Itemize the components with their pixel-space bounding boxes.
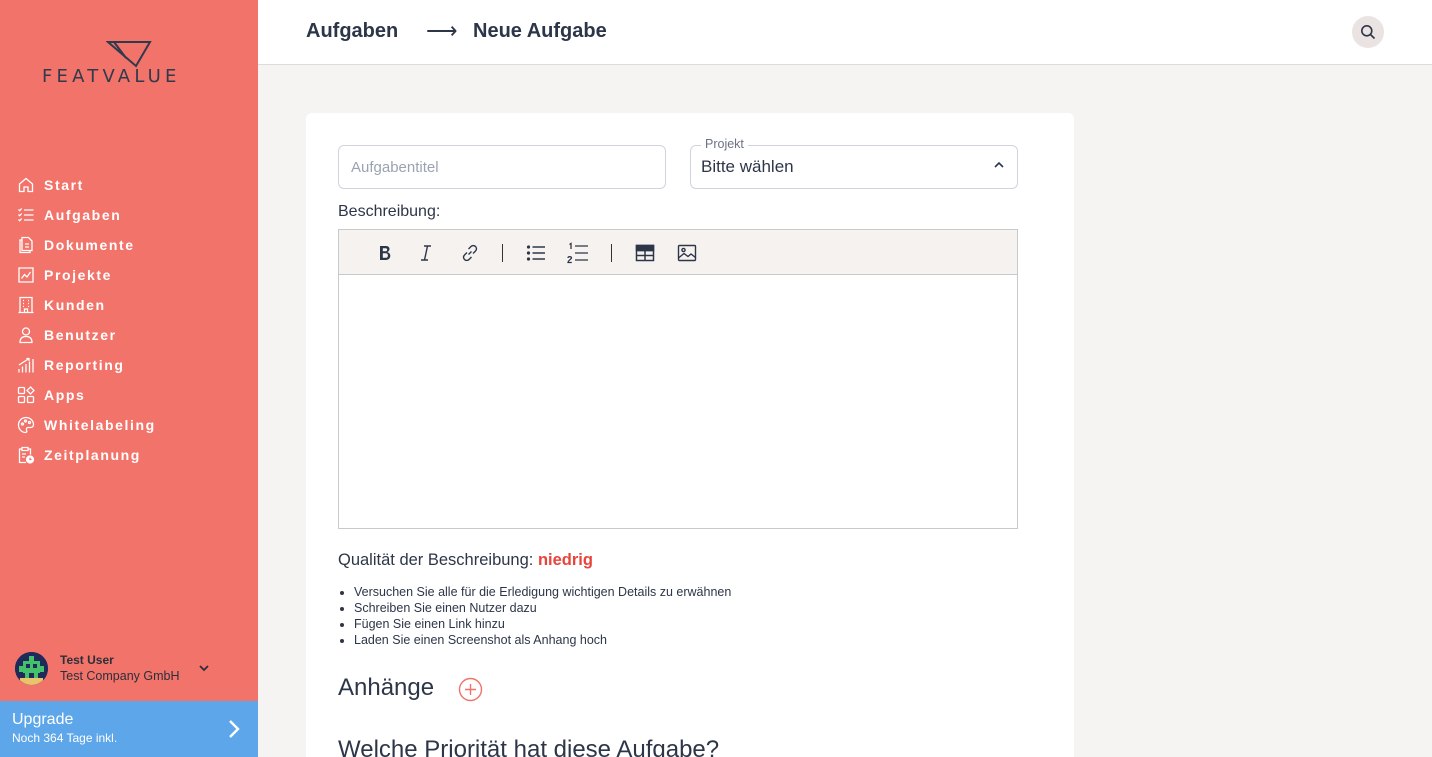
task-form-card: Projekt Bitte wählen Beschreibung: — [306, 113, 1074, 757]
attachments-heading: Anhänge — [338, 674, 435, 701]
search-icon — [1361, 25, 1376, 40]
upgrade-title: Upgrade — [12, 711, 74, 728]
sidebar-item-label: Zeitplanung — [44, 447, 141, 463]
sidebar-item-reporting[interactable]: Reporting — [0, 350, 258, 380]
bold-button[interactable] — [372, 240, 398, 266]
chevron-down-icon[interactable] — [198, 662, 210, 674]
italic-icon — [421, 245, 431, 261]
quality-tips: Versuchen Sie alle für die Erledigung wi… — [354, 584, 731, 648]
sidebar-item-kunden[interactable]: Kunden — [0, 290, 258, 320]
sidebar-item-zeitplanung[interactable]: Zeitplanung — [0, 440, 258, 470]
home-icon — [18, 177, 34, 193]
numbered-list-icon — [567, 242, 588, 264]
add-attachment-icon[interactable] — [458, 677, 483, 702]
quality-label: Qualität der Beschreibung: — [338, 551, 534, 569]
numbered-list-button[interactable] — [565, 240, 591, 266]
image-button[interactable] — [674, 240, 700, 266]
sidebar-nav: Start Aufgaben Dokumente Projekte Kunden… — [0, 170, 258, 470]
brand-name: FEATVALUE — [42, 66, 181, 87]
project-select-label: Projekt — [701, 137, 748, 151]
palette-icon — [17, 416, 35, 434]
table-button[interactable] — [632, 240, 658, 266]
quality-level: niedrig — [537, 551, 593, 569]
sidebar-item-dokumente[interactable]: Dokumente — [0, 230, 258, 260]
sidebar-item-label: Projekte — [44, 267, 113, 283]
bullet-list-button[interactable] — [523, 240, 549, 266]
tasks-icon — [18, 208, 34, 222]
sidebar-item-projekte[interactable]: Projekte — [0, 260, 258, 290]
logo-mark-icon — [106, 41, 152, 68]
italic-button[interactable] — [413, 240, 439, 266]
link-icon — [462, 244, 478, 262]
description-label: Beschreibung: — [338, 203, 441, 220]
breadcrumb-current: Neue Aufgabe — [473, 20, 607, 42]
list-item: Versuchen Sie alle für die Erledigung wi… — [354, 584, 731, 600]
sidebar: FEATVALUE Start Aufgaben Dokumente Proje… — [0, 0, 258, 757]
chart-icon — [18, 267, 34, 283]
breadcrumb-separator: ⟶ — [426, 18, 458, 43]
sidebar-item-whitelabeling[interactable]: Whitelabeling — [0, 410, 258, 440]
toolbar-separator — [502, 244, 503, 262]
link-button[interactable] — [457, 240, 483, 266]
sidebar-item-label: Aufgaben — [44, 207, 122, 223]
sidebar-item-benutzer[interactable]: Benutzer — [0, 320, 258, 350]
editor-toolbar — [339, 230, 1017, 275]
sidebar-item-apps[interactable]: Apps — [0, 380, 258, 410]
sidebar-item-label: Dokumente — [44, 237, 135, 253]
document-icon — [19, 236, 33, 254]
user-icon — [19, 327, 33, 344]
description-quality: Qualität der Beschreibung: niedrig — [338, 551, 593, 570]
sidebar-item-label: Kunden — [44, 297, 106, 313]
sidebar-item-start[interactable]: Start — [0, 170, 258, 200]
avatar — [15, 652, 48, 685]
project-select-value: Bitte wählen — [701, 157, 794, 176]
avatar-icon — [15, 652, 48, 685]
search-button[interactable] — [1352, 16, 1384, 48]
sidebar-item-label: Benutzer — [44, 327, 117, 343]
image-icon — [677, 244, 697, 262]
sidebar-item-label: Start — [44, 177, 84, 193]
apps-icon — [17, 386, 35, 404]
brand-logo[interactable]: FEATVALUE — [42, 40, 216, 90]
sidebar-item-label: Reporting — [44, 357, 125, 373]
toolbar-separator — [611, 244, 612, 262]
priority-heading: Welche Priorität hat diese Aufgabe? — [338, 736, 720, 757]
sidebar-item-aufgaben[interactable]: Aufgaben — [0, 200, 258, 230]
sidebar-item-label: Apps — [44, 387, 86, 403]
breadcrumb-tasks[interactable]: Aufgaben — [306, 20, 398, 43]
user-menu[interactable]: Test User Test Company GmbH — [15, 652, 245, 688]
list-item: Fügen Sie einen Link hinzu — [354, 616, 731, 632]
sidebar-item-label: Whitelabeling — [44, 417, 156, 433]
table-icon — [635, 244, 655, 262]
top-header: Aufgaben ⟶ Neue Aufgabe — [258, 0, 1432, 65]
list-item: Schreiben Sie einen Nutzer dazu — [354, 600, 731, 616]
building-icon — [18, 296, 34, 314]
bar-chart-icon — [18, 357, 34, 373]
upgrade-subtitle: Noch 364 Tage inkl. — [12, 731, 118, 745]
list-item: Laden Sie einen Screenshot als Anhang ho… — [354, 632, 731, 648]
description-editor-area[interactable] — [339, 275, 1017, 528]
user-name: Test User — [60, 653, 114, 667]
chevron-up-icon — [994, 161, 1004, 168]
clipboard-clock-icon — [18, 446, 35, 464]
user-company: Test Company GmbH — [60, 669, 180, 683]
upgrade-banner[interactable]: Upgrade Noch 364 Tage inkl. — [0, 701, 258, 757]
rich-text-editor — [338, 229, 1018, 529]
bold-icon — [380, 246, 391, 260]
chevron-right-icon — [229, 720, 240, 738]
project-select[interactable]: Projekt Bitte wählen — [690, 137, 1018, 189]
task-title-input[interactable] — [338, 145, 666, 189]
bullet-list-icon — [526, 245, 545, 261]
